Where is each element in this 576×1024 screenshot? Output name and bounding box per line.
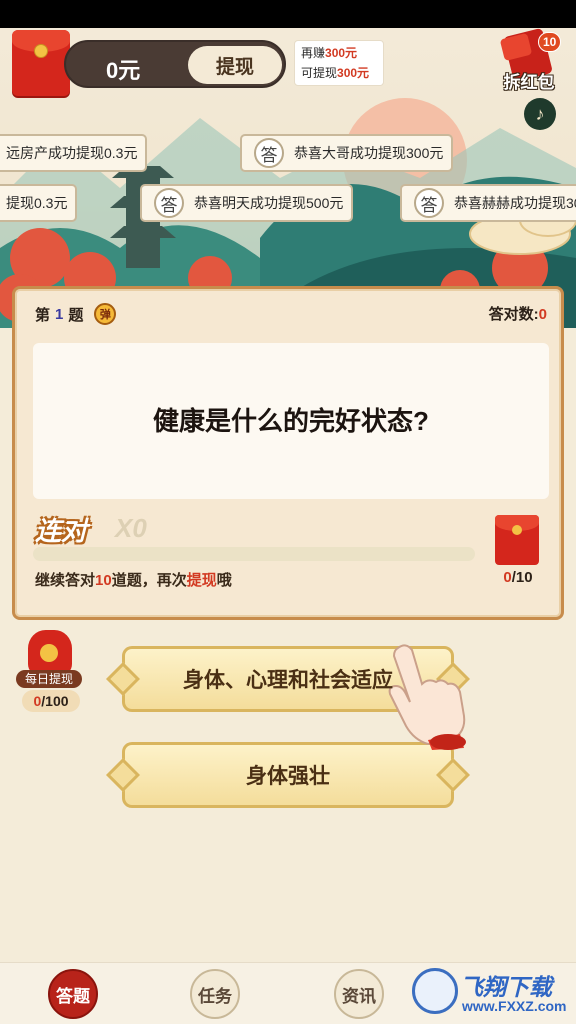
withdraw-button[interactable]: 提现 — [188, 46, 282, 84]
notice-text: 恭喜赫赫成功提现30 — [454, 195, 576, 211]
tab-answer[interactable]: 答题 — [48, 969, 98, 1019]
question-box: 健康是什么的完好状态? — [33, 343, 549, 499]
question-text: 健康是什么的完好状态? — [153, 406, 429, 436]
combo-value: X0 — [115, 513, 147, 543]
notice-item: 提现0.3元 — [0, 184, 78, 222]
open-redpack-label: 拆红包 — [503, 73, 555, 92]
redpack-icon[interactable] — [12, 30, 70, 96]
watermark-url: www.FXXZ.com — [462, 998, 567, 1014]
notice-item: 远房产成功提现0.3元 — [0, 134, 148, 172]
notice-text: 提现0.3元 — [6, 195, 68, 211]
earn-info: 再赚300元 可提现300元 — [294, 40, 384, 86]
status-bar — [0, 0, 576, 28]
notice-text: 恭喜大哥成功提现300元 — [294, 145, 444, 161]
answer-icon: 答 — [154, 188, 184, 218]
watermark-brand: 飞翔下载 — [460, 974, 552, 1000]
answer-text: 身体、心理和社会适应 — [183, 669, 393, 692]
music-note-icon[interactable]: ♪ — [524, 98, 556, 130]
tab-news[interactable]: 资讯 — [334, 969, 384, 1019]
pointing-hand-icon — [388, 644, 466, 750]
daily-withdraw-label: 每日提现 — [16, 670, 82, 688]
notice-item: 答 恭喜大哥成功提现300元 — [240, 134, 454, 172]
question-card: 第 1 题 弹 答对数:0 健康是什么的完好状态? 连对 X0 继续答对10道题… — [12, 286, 564, 620]
combo-progress-bar — [33, 547, 475, 561]
daily-withdraw-count: 0/100 — [22, 690, 80, 712]
combo-label: 连对 — [35, 516, 88, 546]
bomb-icon[interactable]: 弹 — [94, 303, 117, 325]
question-number: 1 — [55, 305, 64, 323]
notice-text: 远房产成功提现0.3元 — [6, 145, 138, 161]
watermark-logo-icon — [412, 968, 458, 1014]
answer-icon: 答 — [414, 188, 444, 218]
earn-line-2: 可提现300元 — [301, 66, 370, 80]
tab-tasks[interactable]: 任务 — [190, 969, 240, 1019]
open-redpack-button[interactable]: 10 拆红包 — [498, 27, 562, 92]
correct-count: 答对数:0 — [488, 306, 547, 323]
balance-pill: 0元 提现 — [64, 40, 286, 88]
notice-text: 恭喜明天成功提现500元 — [194, 195, 344, 211]
answer-option-2[interactable]: 身体强壮 — [106, 742, 470, 808]
answer-icon: 答 — [254, 138, 284, 168]
balance-amount: 0元 — [106, 58, 141, 83]
progress-hint: 继续答对10道题，再次提现哦 — [35, 572, 232, 589]
redpack-count-badge: 10 — [538, 32, 562, 52]
notice-item: 答 恭喜赫赫成功提现30 — [400, 184, 576, 222]
earn-line-1: 再赚300元 — [301, 46, 358, 60]
redpack-reward-icon[interactable] — [495, 515, 539, 565]
watermark: 飞翔下载 www.FXXZ.com — [412, 966, 570, 1018]
notice-item: 答 恭喜明天成功提现500元 — [140, 184, 354, 222]
redpack-reward-count: 0/10 — [503, 569, 533, 586]
answer-text: 身体强壮 — [246, 765, 330, 788]
daily-withdraw[interactable]: 每日提现 0/100 — [14, 628, 84, 714]
question-index: 第 1 题 弹 — [35, 303, 117, 325]
redpack-seal — [34, 44, 48, 58]
